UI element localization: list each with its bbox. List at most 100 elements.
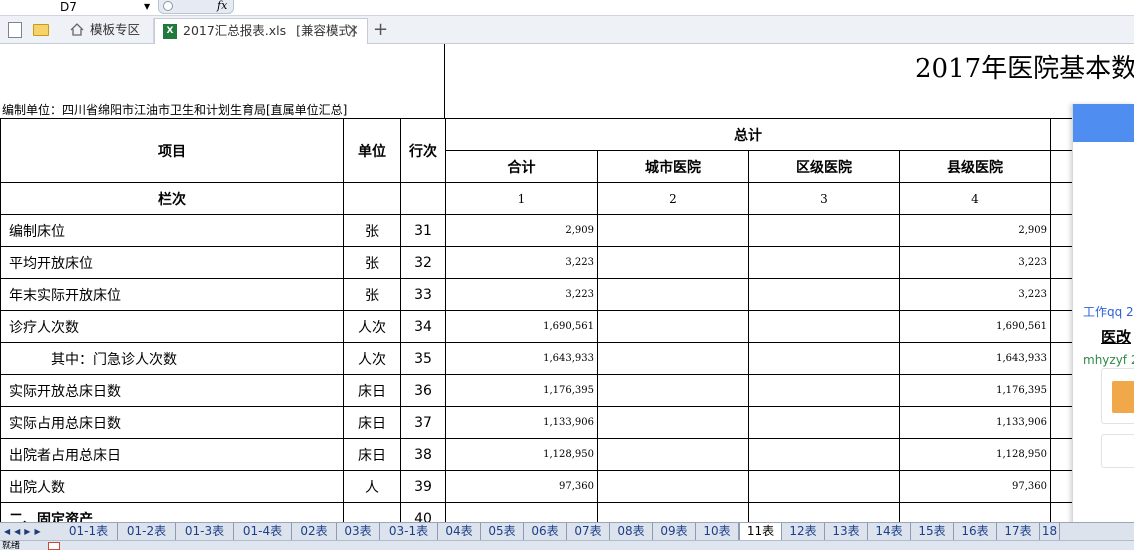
sheet-tab[interactable]: 15表 (911, 523, 954, 540)
row-item[interactable]: 出院者占用总床日 (0, 438, 344, 471)
row-county[interactable]: 1,128,950 (899, 438, 1051, 471)
header-total[interactable]: 总计 (445, 118, 1051, 151)
sheet-tab[interactable]: 16表 (954, 523, 997, 540)
sheet-area[interactable]: 2017年医院基本数 编制单位：四川省绵阳市江油市卫生和计划生育局[直属单位汇总… (0, 44, 1134, 522)
row-district[interactable] (748, 246, 900, 279)
sheet-tab[interactable]: 06表 (524, 523, 567, 540)
add-tab-icon[interactable]: + (373, 19, 388, 41)
sheet-tab[interactable]: 18 (1040, 523, 1060, 540)
row-city[interactable] (597, 342, 749, 375)
row-sum[interactable] (445, 502, 598, 522)
row-sum[interactable]: 1,690,561 (445, 310, 598, 343)
sheet-tab[interactable]: 10表 (696, 523, 739, 540)
row-item[interactable]: 编制床位 (0, 214, 344, 247)
row-county[interactable]: 97,360 (899, 470, 1051, 503)
sheet-tab[interactable]: 13表 (825, 523, 868, 540)
row-county[interactable]: 2,909 (899, 214, 1051, 247)
tab-templates[interactable]: 模板专区 (62, 18, 154, 44)
row-city[interactable] (597, 438, 749, 471)
row-sum[interactable]: 3,223 (445, 278, 598, 311)
sheet-tab[interactable]: 09表 (653, 523, 696, 540)
column-number[interactable]: 3 (748, 182, 900, 215)
row-district[interactable] (748, 470, 900, 503)
row-line[interactable]: 38 (400, 438, 446, 471)
column-number[interactable]: 2 (597, 182, 749, 215)
row-city[interactable] (597, 470, 749, 503)
name-box[interactable]: D7 ▼ (0, 0, 155, 15)
popup-card[interactable] (1101, 434, 1134, 468)
row-city[interactable] (597, 310, 749, 343)
row-city[interactable] (597, 214, 749, 247)
row-county[interactable]: 1,690,561 (899, 310, 1051, 343)
row-unit[interactable]: 床日 (343, 374, 401, 407)
tab-spreadsheet-file[interactable]: X 2017汇总报表.xls [兼容模式] ✕ (154, 18, 368, 44)
sheet-tab[interactable]: 05表 (481, 523, 524, 540)
sheet-tab[interactable]: 01-1表 (60, 523, 118, 540)
popup-card[interactable] (1101, 368, 1134, 424)
row-city[interactable] (597, 246, 749, 279)
row-district[interactable] (748, 374, 900, 407)
row-unit[interactable]: 人 (343, 470, 401, 503)
row-line[interactable]: 40 (400, 502, 446, 522)
row-unit[interactable]: 张 (343, 214, 401, 247)
function-icon[interactable]: fx (217, 0, 227, 12)
zoom-icon[interactable] (163, 1, 173, 11)
popup-title[interactable]: 医改 (1101, 326, 1131, 347)
row-item[interactable]: 平均开放床位 (0, 246, 344, 279)
sheet-tab[interactable]: 17表 (997, 523, 1040, 540)
name-box-dropdown-icon[interactable]: ▼ (144, 0, 150, 14)
row-city[interactable] (597, 406, 749, 439)
row-item[interactable]: 年末实际开放床位 (0, 278, 344, 311)
row-district[interactable] (748, 438, 900, 471)
header-district[interactable]: 区级医院 (748, 150, 900, 183)
sheet-tab[interactable]: 01-4表 (234, 523, 292, 540)
header-item[interactable]: 项目 (0, 118, 344, 183)
header-county[interactable]: 县级医院 (899, 150, 1051, 183)
sheet-tab[interactable]: 11表 (739, 523, 782, 540)
sheet-tab[interactable]: 04表 (438, 523, 481, 540)
sheet-tab[interactable]: 01-3表 (176, 523, 234, 540)
column-number-label[interactable]: 栏次 (0, 182, 344, 215)
row-county[interactable]: 1,643,933 (899, 342, 1051, 375)
row-item[interactable]: 诊疗人次数 (0, 310, 344, 343)
row-line[interactable]: 36 (400, 374, 446, 407)
row-line[interactable]: 35 (400, 342, 446, 375)
sheet-tab[interactable]: 12表 (782, 523, 825, 540)
side-popup-panel[interactable]: 工作qq 2 医改 mhyzyf 2 (1072, 104, 1134, 550)
row-sum[interactable]: 1,128,950 (445, 438, 598, 471)
row-county[interactable] (899, 502, 1051, 522)
row-district[interactable] (748, 406, 900, 439)
popup-link-qq[interactable]: 工作qq 2 (1083, 303, 1134, 320)
row-city[interactable] (597, 278, 749, 311)
open-folder-icon[interactable] (33, 24, 49, 36)
row-line[interactable]: 34 (400, 310, 446, 343)
row-district[interactable] (748, 278, 900, 311)
row-item[interactable]: 实际开放总床日数 (0, 374, 344, 407)
sheet-tab[interactable]: 03-1表 (380, 523, 438, 540)
sheet-tab[interactable]: 02表 (292, 523, 337, 540)
row-unit[interactable]: 床日 (343, 438, 401, 471)
row-sum[interactable]: 1,643,933 (445, 342, 598, 375)
header-city[interactable]: 城市医院 (597, 150, 749, 183)
row-county[interactable]: 1,176,395 (899, 374, 1051, 407)
row-county[interactable]: 3,223 (899, 278, 1051, 311)
row-item[interactable]: 实际占用总床日数 (0, 406, 344, 439)
row-item[interactable]: 其中：门急诊人次数 (0, 342, 344, 375)
row-unit[interactable]: 人次 (343, 342, 401, 375)
row-line[interactable]: 37 (400, 406, 446, 439)
row-item[interactable]: 二、固定资产 (0, 502, 344, 522)
row-district[interactable] (748, 342, 900, 375)
row-unit[interactable]: 床日 (343, 406, 401, 439)
row-district[interactable] (748, 310, 900, 343)
row-unit[interactable]: 张 (343, 246, 401, 279)
row-district[interactable] (748, 214, 900, 247)
header-line[interactable]: 行次 (400, 118, 446, 183)
row-item[interactable]: 出院人数 (0, 470, 344, 503)
sheet-tab[interactable]: 14表 (868, 523, 911, 540)
row-city[interactable] (597, 374, 749, 407)
row-city[interactable] (597, 502, 749, 522)
header-sum[interactable]: 合计 (445, 150, 598, 183)
macro-record-icon[interactable] (48, 542, 60, 550)
popup-link-user[interactable]: mhyzyf 2 (1083, 353, 1134, 367)
header-unit[interactable]: 单位 (343, 118, 401, 183)
